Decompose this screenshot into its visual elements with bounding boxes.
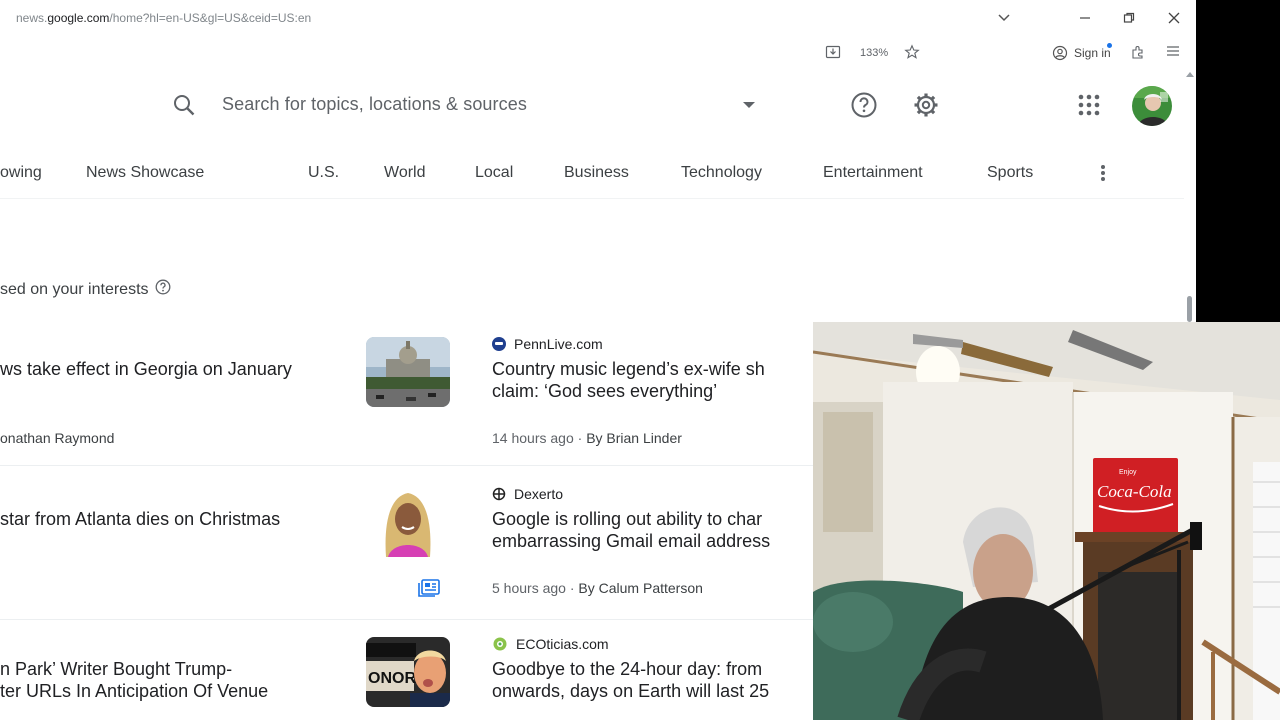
- article-author: By Brian Linder: [586, 430, 682, 446]
- minimize-button[interactable]: [1073, 8, 1097, 28]
- sign-in-label: Sign in: [1074, 46, 1111, 60]
- tab-us[interactable]: U.S.: [308, 164, 339, 182]
- search-icon[interactable]: [172, 93, 196, 122]
- sync-indicator: [1107, 43, 1112, 48]
- article-time: 14 hours ago: [492, 430, 574, 446]
- tab-entertainment[interactable]: Entertainment: [823, 164, 923, 182]
- webcam-overlay: Enjoy Coca-Cola: [813, 322, 1280, 720]
- sign-brand-text: Coca-Cola: [1097, 482, 1172, 501]
- article-thumbnail-portrait[interactable]: [366, 487, 450, 557]
- section-title-text: sed on your interests: [0, 280, 149, 298]
- ecoticias-logo-icon: [492, 636, 508, 652]
- tab-news-showcase[interactable]: News Showcase: [86, 164, 204, 182]
- tab-world[interactable]: World: [384, 164, 426, 182]
- extensions-icon[interactable]: [1130, 44, 1146, 60]
- close-button[interactable]: [1162, 8, 1186, 28]
- url-path: /home?hl=en-US&gl=US&ceid=US:en: [109, 11, 312, 25]
- article-headline-line2[interactable]: ter URLs In Anticipation Of Venue: [0, 680, 268, 702]
- article-headline-line2[interactable]: embarrassing Gmail email address: [492, 530, 770, 552]
- tab-list-chevron-icon[interactable]: [992, 8, 1016, 28]
- article-thumbnail-trump[interactable]: ONOR: [366, 637, 450, 707]
- article-meta: 5 hours ago · By Calum Patterson: [492, 580, 703, 596]
- article-headline[interactable]: ws take effect in Georgia on January: [0, 358, 292, 380]
- divider: [0, 619, 815, 620]
- article-meta: 14 hours ago · By Brian Linder: [492, 430, 682, 446]
- scroll-up-arrow-icon[interactable]: [1186, 72, 1194, 77]
- webcam-feed: Enjoy Coca-Cola: [813, 322, 1280, 720]
- tab-local[interactable]: Local: [475, 164, 513, 182]
- article-headline-line1[interactable]: Google is rolling out ability to char: [492, 508, 762, 530]
- sign-in-button[interactable]: Sign in: [1052, 45, 1111, 61]
- address-bar[interactable]: [0, 36, 1196, 70]
- info-icon[interactable]: [155, 279, 171, 300]
- source-name: Dexerto: [514, 486, 564, 502]
- article-source[interactable]: Dexerto: [492, 486, 563, 502]
- scrollbar-thumb[interactable]: [1187, 296, 1192, 322]
- url-text[interactable]: news.google.com/home?hl=en-US&gl=US&ceid…: [16, 11, 311, 25]
- article-time: 5 hours ago: [492, 580, 566, 596]
- article-headline-line2[interactable]: onwards, days on Earth will last 25: [492, 680, 769, 702]
- menu-hamburger-icon[interactable]: [1166, 44, 1180, 58]
- more-vertical-icon[interactable]: [1095, 164, 1111, 187]
- url-prefix: news.: [16, 11, 48, 25]
- article-headline-line1[interactable]: n Park’ Writer Bought Trump-: [0, 658, 232, 680]
- section-title: sed on your interests: [0, 279, 171, 300]
- svg-text:ONOR: ONOR: [368, 670, 416, 687]
- profile-icon: [1052, 45, 1068, 61]
- avatar[interactable]: [1132, 86, 1172, 126]
- article-headline-line2[interactable]: claim: ‘God sees everything’: [492, 380, 717, 402]
- favorite-star-icon[interactable]: [904, 44, 920, 60]
- search-dropdown-icon[interactable]: [743, 102, 755, 108]
- full-coverage-icon[interactable]: [418, 579, 440, 602]
- url-host: google.com: [47, 11, 110, 25]
- install-app-icon[interactable]: [825, 44, 841, 60]
- article-source[interactable]: PennLive.com: [492, 336, 603, 352]
- source-name: PennLive.com: [514, 336, 603, 352]
- article-headline-line1[interactable]: Goodbye to the 24-hour day: from: [492, 658, 762, 680]
- article-thumbnail-capitol[interactable]: [366, 337, 450, 407]
- tab-business[interactable]: Business: [564, 164, 629, 182]
- tab-sports[interactable]: Sports: [987, 164, 1033, 182]
- zoom-level[interactable]: 133%: [860, 47, 888, 59]
- article-byline: onathan Raymond: [0, 430, 115, 446]
- article-author: By Calum Patterson: [578, 580, 703, 596]
- help-icon[interactable]: [850, 91, 878, 124]
- settings-gear-icon[interactable]: [912, 91, 940, 124]
- dexerto-logo-icon: [492, 487, 506, 501]
- apps-grid-icon[interactable]: [1078, 94, 1100, 121]
- tab-technology[interactable]: Technology: [681, 164, 762, 182]
- article-source[interactable]: ECOticias.com: [492, 636, 609, 652]
- pennlive-logo-icon: [492, 337, 506, 351]
- sign-small-text: Enjoy: [1119, 469, 1137, 476]
- restore-button[interactable]: [1117, 8, 1141, 28]
- article-headline[interactable]: star from Atlanta dies on Christmas: [0, 508, 280, 530]
- divider: [0, 465, 815, 466]
- search-input[interactable]: Search for topics, locations & sources: [222, 94, 527, 115]
- source-name: ECOticias.com: [516, 636, 609, 652]
- article-headline-line1[interactable]: Country music legend’s ex-wife sh: [492, 358, 765, 380]
- tab-following[interactable]: owing: [0, 164, 42, 182]
